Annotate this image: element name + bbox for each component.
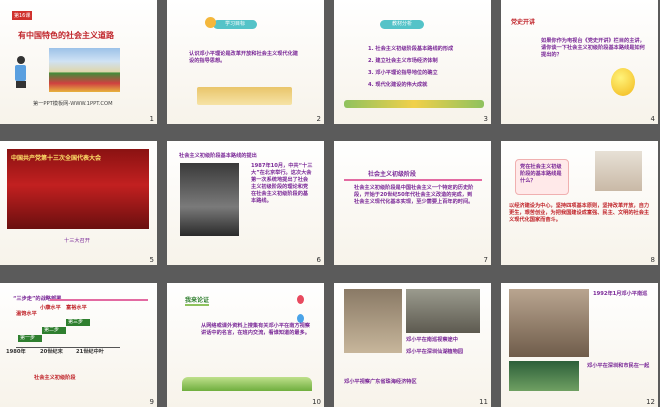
year-label: 21世纪中叶 <box>76 349 104 355</box>
slide-body: 从网络或课外资料上搜集有关邓小平在南方视察讲话中的名言，在班内交流，看谁知道的最… <box>201 323 310 336</box>
slide-number: 6 <box>316 256 321 264</box>
photo-2 <box>509 361 579 391</box>
divider <box>344 179 482 181</box>
slide-number: 12 <box>646 398 655 406</box>
slide-9[interactable]: “三步走”的战略部署 第一步 第二步 第三步 温饱水平 小康水平 富裕水平 19… <box>0 283 157 407</box>
slide-8[interactable]: 党在社会主义初级阶段的基本路线是什么？ 以经济建设为中心，坚持四项基本原则，坚持… <box>501 141 658 265</box>
slide-10[interactable]: 我来论证 从网络或课外资料上搜集有关邓小平在南方视察讲话中的名言，在班内交流，看… <box>167 283 324 407</box>
slide-number: 11 <box>479 398 488 406</box>
level-label: 小康水平 <box>40 305 61 311</box>
slide-title: 有中国特色的社会主义道路 <box>18 31 114 40</box>
year-label: 1980年 <box>6 349 26 355</box>
footer-text: 第一PPT模板网-WWW.1PPT.COM <box>33 101 113 107</box>
slide-number: 9 <box>149 398 154 406</box>
slide-photo <box>49 48 120 92</box>
building-illustration <box>197 87 292 105</box>
leader-photo <box>180 163 239 236</box>
slide-heading: 党在社会主义初级阶段的基本路线是什么？ <box>520 164 562 184</box>
photo-1 <box>509 289 589 357</box>
slide-heading: 党史开讲 <box>511 19 536 26</box>
decor-icon <box>205 17 216 28</box>
list-item: 2. 建立社会主义市场经济体制 <box>368 58 438 64</box>
slide-sorter-grid: 第16课 有中国特色的社会主义道路 第一PPT模板网-WWW.1PPT.COM … <box>0 0 660 407</box>
step-two: 第二步 <box>42 327 66 334</box>
step-three: 第三步 <box>66 319 90 326</box>
slide-number: 8 <box>650 256 655 264</box>
slide-heading: 我来论证 <box>185 297 210 306</box>
slide-body: 以经济建设为中心，坚持四项基本原则，坚持改革开放，自力更生，艰苦创业，为把我国建… <box>509 203 650 223</box>
photo-caption: 邓小平在南巡视察途中 <box>406 337 458 343</box>
congress-photo: 中国共产党第十三次全国代表大会 <box>7 149 149 229</box>
slide-body: 如果你作为电视台《党史开讲》栏目的主讲，请你谈一下社会主义初级阶段基本路线是如何… <box>541 38 645 58</box>
photo-1 <box>344 289 402 353</box>
level-label: 富裕水平 <box>66 305 87 311</box>
timeline-axis <box>16 347 120 348</box>
slide-12[interactable]: 1992年1月邓小平南巡 邓小平在深圳和市民在一起 12 <box>501 283 658 407</box>
slide-number: 7 <box>483 256 488 264</box>
photo-2 <box>406 289 480 333</box>
slide-number: 10 <box>312 398 321 406</box>
step-one: 第一步 <box>18 335 42 342</box>
slide-4[interactable]: 党史开讲 如果你作为电视台《党史开讲》栏目的主讲，请你谈一下社会主义初级阶段基本… <box>501 0 658 124</box>
phase-label: 社会主义初级阶段 <box>34 375 76 381</box>
balloons-icon <box>297 289 313 323</box>
slide-5[interactable]: 中国共产党第十三次全国代表大会 十三大召开 5 <box>0 141 157 265</box>
lesson-tag: 第16课 <box>12 11 33 20</box>
slide-6[interactable]: 社会主义初级阶段基本路线的提出 1987年10月，中共“十三大”在北京举行。这次… <box>167 141 324 265</box>
slide-heading: 社会主义初级阶段基本路线的提出 <box>179 153 257 159</box>
slide-number: 4 <box>650 115 655 123</box>
year-label: 20世纪末 <box>40 349 63 355</box>
photo-caption: 邓小平在深圳仙湖植物园 <box>406 349 464 355</box>
slide-heading: 学习目标 <box>213 20 257 29</box>
slide-3[interactable]: 教材分析 1. 社会主义初级阶段基本路线的形成 2. 建立社会主义市场经济体制 … <box>334 0 491 124</box>
list-item: 1. 社会主义初级阶段基本路线的形成 <box>368 46 454 52</box>
slide-body: 认识邓小平理论是改革开放和社会主义现代化建设的指导思想。 <box>189 51 298 64</box>
students-photo <box>595 151 642 191</box>
teacher-figure-icon <box>15 56 28 90</box>
list-item: 3. 邓小平理论指导地位的确立 <box>368 70 438 76</box>
slide-7[interactable]: 社会主义初级阶段 社会主义初级阶段是中国社会主义一个特定的历史阶段，开始于20世… <box>334 141 491 265</box>
slide-number: 3 <box>483 115 488 123</box>
banner-text: 中国共产党第十三次全国代表大会 <box>11 155 102 162</box>
slide-body: 社会主义初级阶段是中国社会主义一个特定的历史阶段，开始于20世纪50年代社会主义… <box>354 185 474 205</box>
thinking-face-icon <box>611 68 635 96</box>
divider <box>50 299 148 301</box>
slide-2[interactable]: 学习目标 认识邓小平理论是改革开放和社会主义现代化建设的指导思想。 2 <box>167 0 324 124</box>
slide-number: 1 <box>149 115 154 123</box>
level-label: 温饱水平 <box>16 311 37 317</box>
list-item: 4. 现代化建设的伟大成就 <box>368 82 428 88</box>
slide-body: 1987年10月，中共“十三大”在北京举行。这次大会第一次系统地提出了社会主义初… <box>251 163 313 204</box>
grass-decoration <box>344 100 484 108</box>
photo-caption: 1992年1月邓小平南巡 <box>593 291 648 297</box>
landscape-illustration <box>182 377 312 391</box>
photo-caption: 邓小平在深圳和市民在一起 <box>587 363 650 369</box>
photo-caption: 十三大召开 <box>64 238 90 244</box>
slide-heading: 社会主义初级阶段 <box>368 171 417 178</box>
question-bubble: 党在社会主义初级阶段的基本路线是什么？ <box>515 159 569 195</box>
photo-caption: 邓小平视察广东省珠海经济特区 <box>344 379 417 385</box>
slide-heading: 教材分析 <box>380 20 424 29</box>
slide-1[interactable]: 第16课 有中国特色的社会主义道路 第一PPT模板网-WWW.1PPT.COM … <box>0 0 157 124</box>
slide-number: 2 <box>316 115 321 123</box>
slide-11[interactable]: 邓小平在南巡视察途中 邓小平在深圳仙湖植物园 邓小平视察广东省珠海经济特区 11 <box>334 283 491 407</box>
slide-number: 5 <box>149 256 154 264</box>
